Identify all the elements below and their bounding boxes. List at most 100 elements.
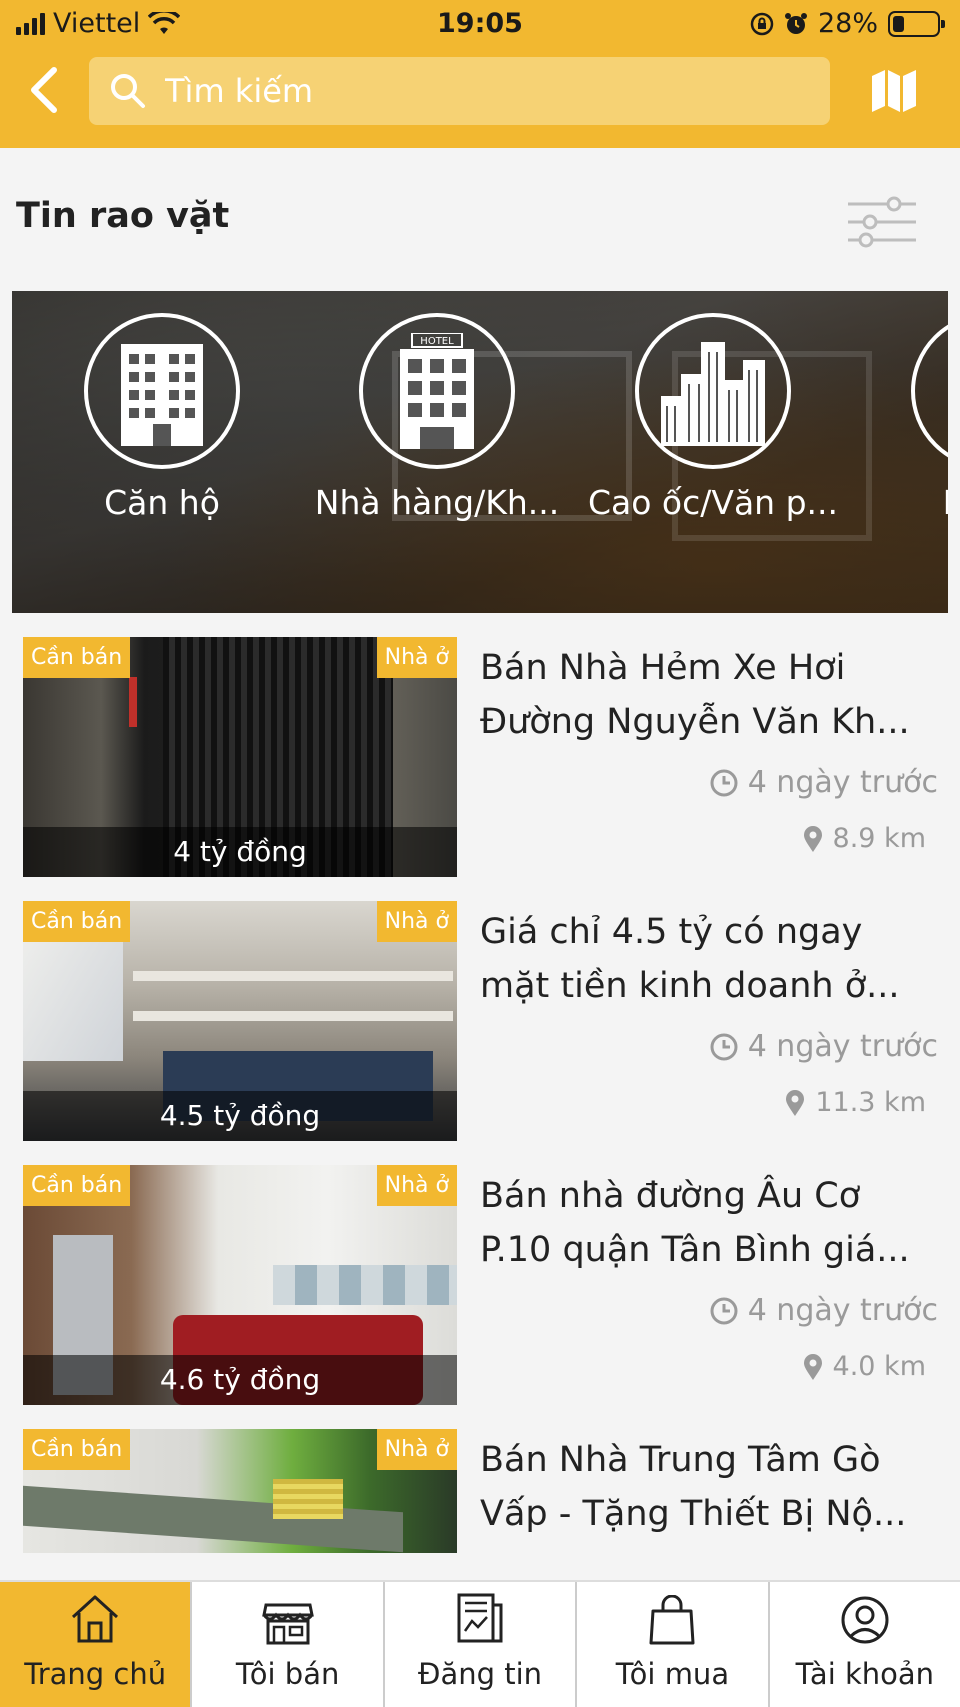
listing-thumbnail: Cần bán Nhà ở (23, 1429, 457, 1553)
listing-title[interactable]: Bán Nhà Trung Tâm Gò Vấp - Tặng Thiết Bị… (480, 1433, 930, 1541)
tag-property-type: Nhà ở (376, 637, 457, 678)
user-circle-icon (841, 1596, 889, 1644)
listing-distance: 8.9 km (803, 823, 926, 854)
nav-my-buying[interactable]: Tôi mua (577, 1582, 770, 1707)
category-item[interactable]: HOTEL Nhà hàng/Kh... (302, 313, 572, 522)
listing-card[interactable]: Cần bán Nhà ở 4.6 tỷ đồng Bán nhà đường … (23, 1165, 938, 1405)
listing-title-line: Giá chỉ 4.5 tỷ có ngay (480, 912, 863, 952)
filter-button[interactable] (846, 196, 918, 248)
tag-need-sell: Cần bán (23, 637, 131, 678)
bottom-navigation: Trang chủ Tôi bán Đăng tin Tôi mua Tài k… (0, 1580, 960, 1707)
category-label: Nhà hàng/Kh... (314, 483, 560, 522)
tag-need-sell: Cần bán (23, 1165, 131, 1206)
warehouse-icon (944, 341, 948, 441)
tag-need-sell: Cần bán (23, 901, 131, 942)
hotel-icon: HOTEL (400, 333, 474, 449)
listing-title-line: P.10 quận Tân Bình giá... (480, 1230, 910, 1270)
apartment-building-icon (121, 344, 203, 446)
listing-price: 4.5 tỷ đồng (23, 1091, 457, 1141)
listing-card[interactable]: Cần bán Nhà ở 4 tỷ đồng Bán Nhà Hẻm Xe H… (23, 637, 938, 877)
shopping-bag-icon (649, 1595, 695, 1645)
listing-thumbnail: Cần bán Nhà ở 4 tỷ đồng (23, 637, 457, 877)
hotel-sign: HOTEL (420, 336, 454, 347)
rotation-lock-icon (750, 12, 774, 35)
category-icon-circle: HOTEL (359, 313, 515, 469)
listing-title-line: Bán nhà đường Âu Cơ (480, 1176, 861, 1216)
map-button[interactable] (870, 68, 918, 114)
listing-title-line: Bán Nhà Hẻm Xe Hơi (480, 648, 846, 688)
newspaper-icon (457, 1593, 503, 1643)
listing-time-text: 4 ngày trước (747, 1293, 938, 1328)
map-icon (872, 70, 916, 112)
listing-distance: 11.3 km (785, 1087, 926, 1118)
nav-label: Tôi mua (615, 1657, 730, 1691)
listing-time: 4 ngày trước (710, 765, 938, 800)
nav-home[interactable]: Trang chủ (0, 1582, 193, 1707)
listing-distance: 4.0 km (803, 1351, 926, 1382)
listing-time: 4 ngày trước (710, 1029, 938, 1064)
battery-percent: 28% (817, 8, 878, 39)
category-label: Cao ốc/Văn p... (587, 483, 838, 522)
listing-title-line: Đường Nguyễn Văn Kh... (480, 702, 910, 742)
status-right: 28% (750, 8, 945, 39)
listing-price: 4.6 tỷ đồng (23, 1355, 457, 1405)
tag-property-type: Nhà ở (376, 901, 457, 942)
location-pin-icon (803, 1353, 822, 1380)
search-input[interactable] (165, 72, 765, 110)
listing-title[interactable]: Bán nhà đường Âu Cơ P.10 quận Tân Bình g… (480, 1169, 930, 1277)
category-item[interactable]: Cao ốc/Văn p... (578, 313, 848, 522)
category-carousel[interactable]: Căn hộ HOTEL Nhà hàng/Kh... Cao ốc/Văn p… (12, 291, 948, 613)
category-item[interactable]: Căn hộ (27, 313, 297, 522)
sliders-icon (848, 196, 916, 248)
chevron-left-icon (31, 67, 57, 113)
category-icon-circle (635, 313, 791, 469)
listing-title-line: mặt tiền kinh doanh ở... (480, 966, 900, 1006)
nav-label: Tài khoản (795, 1657, 935, 1691)
home-icon (72, 1595, 119, 1643)
back-button[interactable] (22, 62, 70, 118)
nav-my-selling[interactable]: Tôi bán (192, 1582, 385, 1707)
category-icon-circle (911, 313, 948, 469)
listing-title[interactable]: Giá chỉ 4.5 tỷ có ngay mặt tiền kinh doa… (480, 905, 930, 1013)
alarm-icon (784, 12, 807, 34)
thumbnail-detail (273, 1479, 343, 1519)
nav-label: Tôi bán (235, 1657, 340, 1691)
listing-card[interactable]: Cần bán Nhà ở Bán Nhà Trung Tâm Gò Vấp -… (23, 1429, 938, 1553)
skyscrapers-icon (661, 342, 765, 446)
listing-card[interactable]: Cần bán Nhà ở 4.5 tỷ đồng Giá chỉ 4.5 tỷ… (23, 901, 938, 1141)
thumbnail-detail (129, 677, 137, 727)
thumbnail-detail (133, 1011, 453, 1021)
thumbnail-detail (273, 1265, 457, 1305)
listing-thumbnail: Cần bán Nhà ở 4.6 tỷ đồng (23, 1165, 457, 1405)
battery-icon (888, 10, 945, 37)
search-icon (111, 74, 145, 108)
location-pin-icon (786, 1089, 805, 1116)
tag-property-type: Nhà ở (376, 1165, 457, 1206)
listing-price: 4 tỷ đồng (23, 827, 457, 877)
clock-icon (710, 1297, 738, 1324)
listing-time-text: 4 ngày trước (747, 1029, 938, 1064)
category-icon-circle (84, 313, 240, 469)
nav-account[interactable]: Tài khoản (770, 1582, 960, 1707)
nav-post-listing[interactable]: Đăng tin (385, 1582, 578, 1707)
tag-property-type: Nhà ở (376, 1429, 457, 1470)
clock-icon (710, 769, 738, 796)
tag-need-sell: Cần bán (23, 1429, 131, 1470)
nav-label: Đăng tin (417, 1657, 543, 1691)
location-pin-icon (803, 825, 822, 852)
search-bar[interactable] (89, 57, 830, 125)
category-item[interactable]: Kho x (854, 313, 948, 522)
listing-title-line: Bán Nhà Trung Tâm Gò (480, 1440, 881, 1480)
section-title: Tin rao vặt (16, 196, 230, 236)
store-icon (261, 1603, 314, 1645)
thumbnail-detail (133, 971, 453, 981)
nav-label: Trang chủ (24, 1657, 167, 1691)
status-bar: Viettel 19:05 28% (0, 0, 960, 48)
listing-thumbnail: Cần bán Nhà ở 4.5 tỷ đồng (23, 901, 457, 1141)
category-label: Kho x (854, 483, 948, 522)
listing-title[interactable]: Bán Nhà Hẻm Xe Hơi Đường Nguyễn Văn Kh..… (480, 641, 930, 749)
listing-time: 4 ngày trước (710, 1293, 938, 1328)
listing-distance-text: 8.9 km (832, 823, 926, 854)
clock-icon (710, 1033, 738, 1060)
battery-fill (893, 15, 905, 32)
